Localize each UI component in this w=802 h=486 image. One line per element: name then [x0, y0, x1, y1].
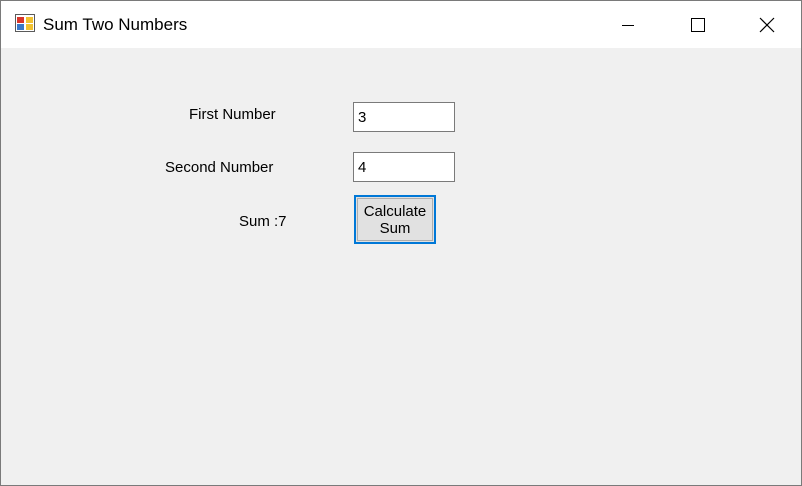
window-title: Sum Two Numbers	[43, 15, 188, 34]
second-number-label: Second Number	[165, 159, 274, 176]
close-button[interactable]	[732, 1, 801, 48]
maximize-icon	[690, 17, 706, 33]
title-bar[interactable]: Sum Two Numbers	[1, 1, 801, 48]
calculate-sum-button[interactable]: Calculate Sum	[354, 195, 436, 244]
close-icon	[759, 17, 775, 33]
second-number-input[interactable]	[353, 152, 455, 182]
first-number-input[interactable]	[353, 102, 455, 132]
app-window: Sum Two Numbers First Number 3 Second Nu…	[0, 0, 802, 486]
maximize-button[interactable]	[663, 1, 733, 48]
minimize-icon	[620, 17, 636, 33]
winforms-app-icon[interactable]	[15, 14, 35, 32]
form-client-area: First Number Second Number Sum :7 Calcul…	[1, 48, 801, 485]
minimize-button[interactable]	[593, 1, 663, 48]
calculate-sum-label: Calculate Sum	[363, 202, 427, 237]
sum-result-label: Sum :7	[239, 213, 287, 230]
first-number-label: First Number	[189, 106, 276, 123]
